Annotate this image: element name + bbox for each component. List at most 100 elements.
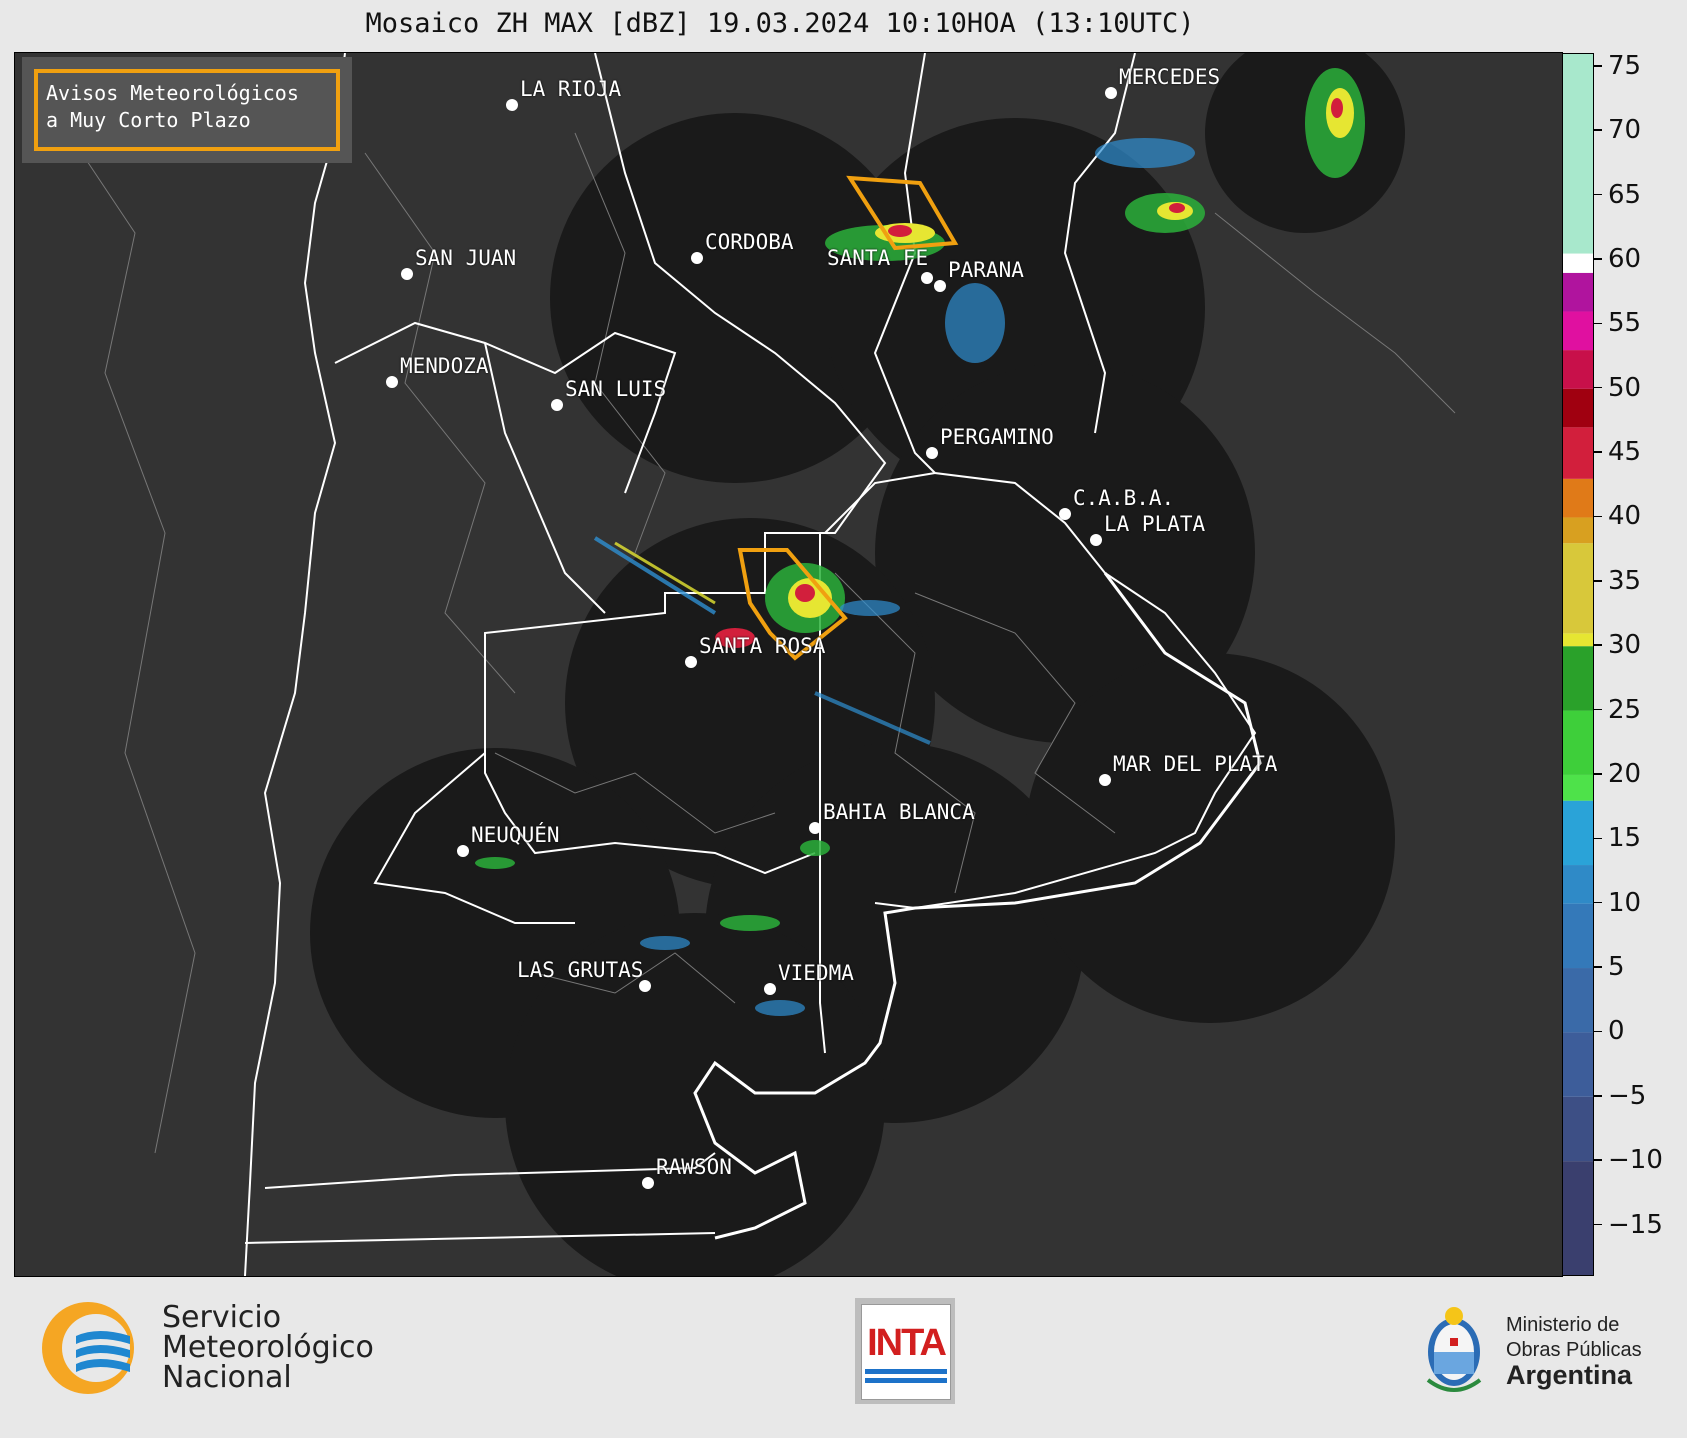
smn-line1: Servicio [162, 1300, 282, 1335]
colorbar-tick: 5 [1594, 952, 1625, 982]
colorbar-band [1563, 710, 1593, 775]
city-marker-mendoza[interactable] [386, 376, 398, 388]
city-marker-viedma[interactable] [764, 983, 776, 995]
city-label-viedma: VIEDMA [778, 961, 854, 985]
colorbar-tick-label: −10 [1608, 1145, 1663, 1176]
radar-coverage-mar-del-plata [1025, 653, 1395, 1023]
colorbar-tick-mark [1594, 837, 1602, 840]
city-marker-pergamino[interactable] [926, 447, 938, 459]
colorbar-tick: 0 [1594, 1016, 1625, 1046]
colorbar-band [1563, 646, 1593, 711]
city-label-bahia-blanca: BAHIA BLANCA [823, 800, 975, 824]
radar-coverage-mercedes [1205, 53, 1405, 233]
city-marker-la-plata[interactable] [1090, 534, 1102, 546]
colorbar-band [1563, 800, 1593, 866]
city-marker-santa-rosa[interactable] [685, 656, 697, 668]
colorbar-tick-mark [1594, 1095, 1602, 1097]
colorbar-tick-mark [1594, 1223, 1602, 1226]
mop-logo: Ministerio de Obras Públicas Argentina [1420, 1300, 1642, 1400]
colorbar [1562, 53, 1594, 1276]
colorbar-tick-label: 40 [1608, 501, 1642, 532]
colorbar-tick-mark [1594, 708, 1602, 711]
colorbar-band [1563, 517, 1593, 544]
inta-text: INTA [867, 1321, 947, 1364]
colorbar-band [1563, 865, 1593, 904]
city-label-pergamino: PERGAMINO [940, 425, 1054, 449]
colorbar-tick-mark [1594, 386, 1602, 389]
inta-bar [865, 1377, 947, 1383]
colorbar-tick: 40 [1594, 501, 1641, 531]
city-label-c-a-b-a: C.A.B.A. [1073, 486, 1175, 510]
argentina-coat-of-arms-icon [1426, 1307, 1482, 1392]
colorbar-band [1563, 903, 1593, 969]
radar-map[interactable]: Avisos Meteorológicos a Muy Corto Plazo … [14, 52, 1563, 1277]
colorbar-tick-mark [1594, 193, 1602, 196]
city-marker-san-luis[interactable] [551, 399, 563, 411]
colorbar-tick-mark [1594, 322, 1602, 325]
colorbar-band [1563, 388, 1593, 428]
city-marker-bahia-blanca[interactable] [809, 822, 821, 834]
colorbar-tick: −10 [1594, 1145, 1663, 1175]
city-marker-neuqu-n[interactable] [457, 845, 469, 857]
city-label-san-luis: SAN LUIS [565, 377, 667, 401]
city-marker-san-juan[interactable] [401, 268, 413, 280]
mop-line1: Ministerio de [1506, 1313, 1620, 1336]
colorbar-tick-mark [1594, 258, 1602, 260]
colorbar-tick: 10 [1594, 888, 1641, 918]
colorbar-band [1563, 633, 1593, 647]
inta-logo-inner: INTA [861, 1304, 951, 1400]
colorbar-tick-label: 15 [1608, 823, 1642, 854]
colorbar-tick: −5 [1594, 1081, 1646, 1111]
colorbar-tick-label: −5 [1608, 1080, 1647, 1111]
mop-country: Argentina [1506, 1359, 1633, 1390]
city-marker-parana[interactable] [934, 280, 946, 292]
colorbar-tick-mark [1594, 451, 1602, 453]
inta-bar [865, 1368, 947, 1374]
alert-legend-box: Avisos Meteorológicos a Muy Corto Plazo [34, 69, 340, 151]
colorbar-tick-label: 55 [1608, 308, 1642, 339]
city-marker-mar-del-plata[interactable] [1099, 774, 1111, 786]
colorbar-tick-label: 45 [1608, 437, 1642, 468]
colorbar-tick-label: 75 [1608, 50, 1642, 81]
colorbar-tick-label: −15 [1608, 1209, 1663, 1240]
city-label-mar-del-plata: MAR DEL PLATA [1113, 752, 1278, 776]
city-label-neuqu-n: NEUQUÉN [471, 823, 560, 847]
colorbar-band [1563, 1096, 1593, 1162]
city-label-la-plata: LA PLATA [1104, 512, 1206, 536]
city-marker-rawson[interactable] [642, 1177, 654, 1189]
colorbar-tick-label: 65 [1608, 179, 1642, 210]
colorbar-tick-mark [1594, 580, 1602, 582]
colorbar-tick-mark [1594, 515, 1602, 518]
colorbar-tick-label: 25 [1608, 694, 1642, 725]
colorbar-band [1563, 253, 1593, 273]
colorbar-band [1563, 427, 1593, 479]
colorbar-tick: 25 [1594, 695, 1641, 725]
city-marker-santa-fe[interactable] [921, 272, 933, 284]
colorbar-band [1563, 774, 1593, 801]
colorbar-tick-label: 50 [1608, 372, 1642, 403]
city-marker-c-a-b-a[interactable] [1059, 508, 1071, 520]
colorbar-tick: 30 [1594, 630, 1641, 660]
city-label-la-rioja: LA RIOJA [520, 77, 622, 101]
colorbar-tick-label: 10 [1608, 887, 1642, 918]
colorbar-tick: 35 [1594, 566, 1641, 596]
colorbar-ticks: 75 70 65 60 55 50 45 40 35 30 25 20 15 10 5 0 −5 −10 −15 [1594, 51, 1684, 1276]
city-marker-cordoba[interactable] [691, 252, 703, 264]
colorbar-tick-label: 0 [1608, 1016, 1625, 1047]
colorbar-tick: 50 [1594, 373, 1641, 403]
smn-logo: Servicio Meteorológico Nacional [38, 1298, 374, 1398]
smn-line3: Nacional [162, 1360, 292, 1395]
colorbar-band [1563, 968, 1593, 1033]
colorbar-tick: 75 [1594, 51, 1641, 81]
colorbar-tick: 60 [1594, 244, 1641, 274]
city-marker-la-rioja[interactable] [506, 99, 518, 111]
smn-name: Servicio Meteorológico Nacional [162, 1303, 374, 1393]
colorbar-gradient [1563, 54, 1593, 1275]
colorbar-tick-label: 30 [1608, 630, 1642, 661]
colorbar-tick: 15 [1594, 823, 1641, 853]
city-label-cordoba: CORDOBA [705, 230, 794, 254]
mop-line2: Obras Públicas [1506, 1338, 1642, 1361]
city-label-parana: PARANA [948, 258, 1024, 282]
alert-legend-line2: a Muy Corto Plazo [46, 108, 251, 132]
city-marker-mercedes[interactable] [1105, 87, 1117, 99]
